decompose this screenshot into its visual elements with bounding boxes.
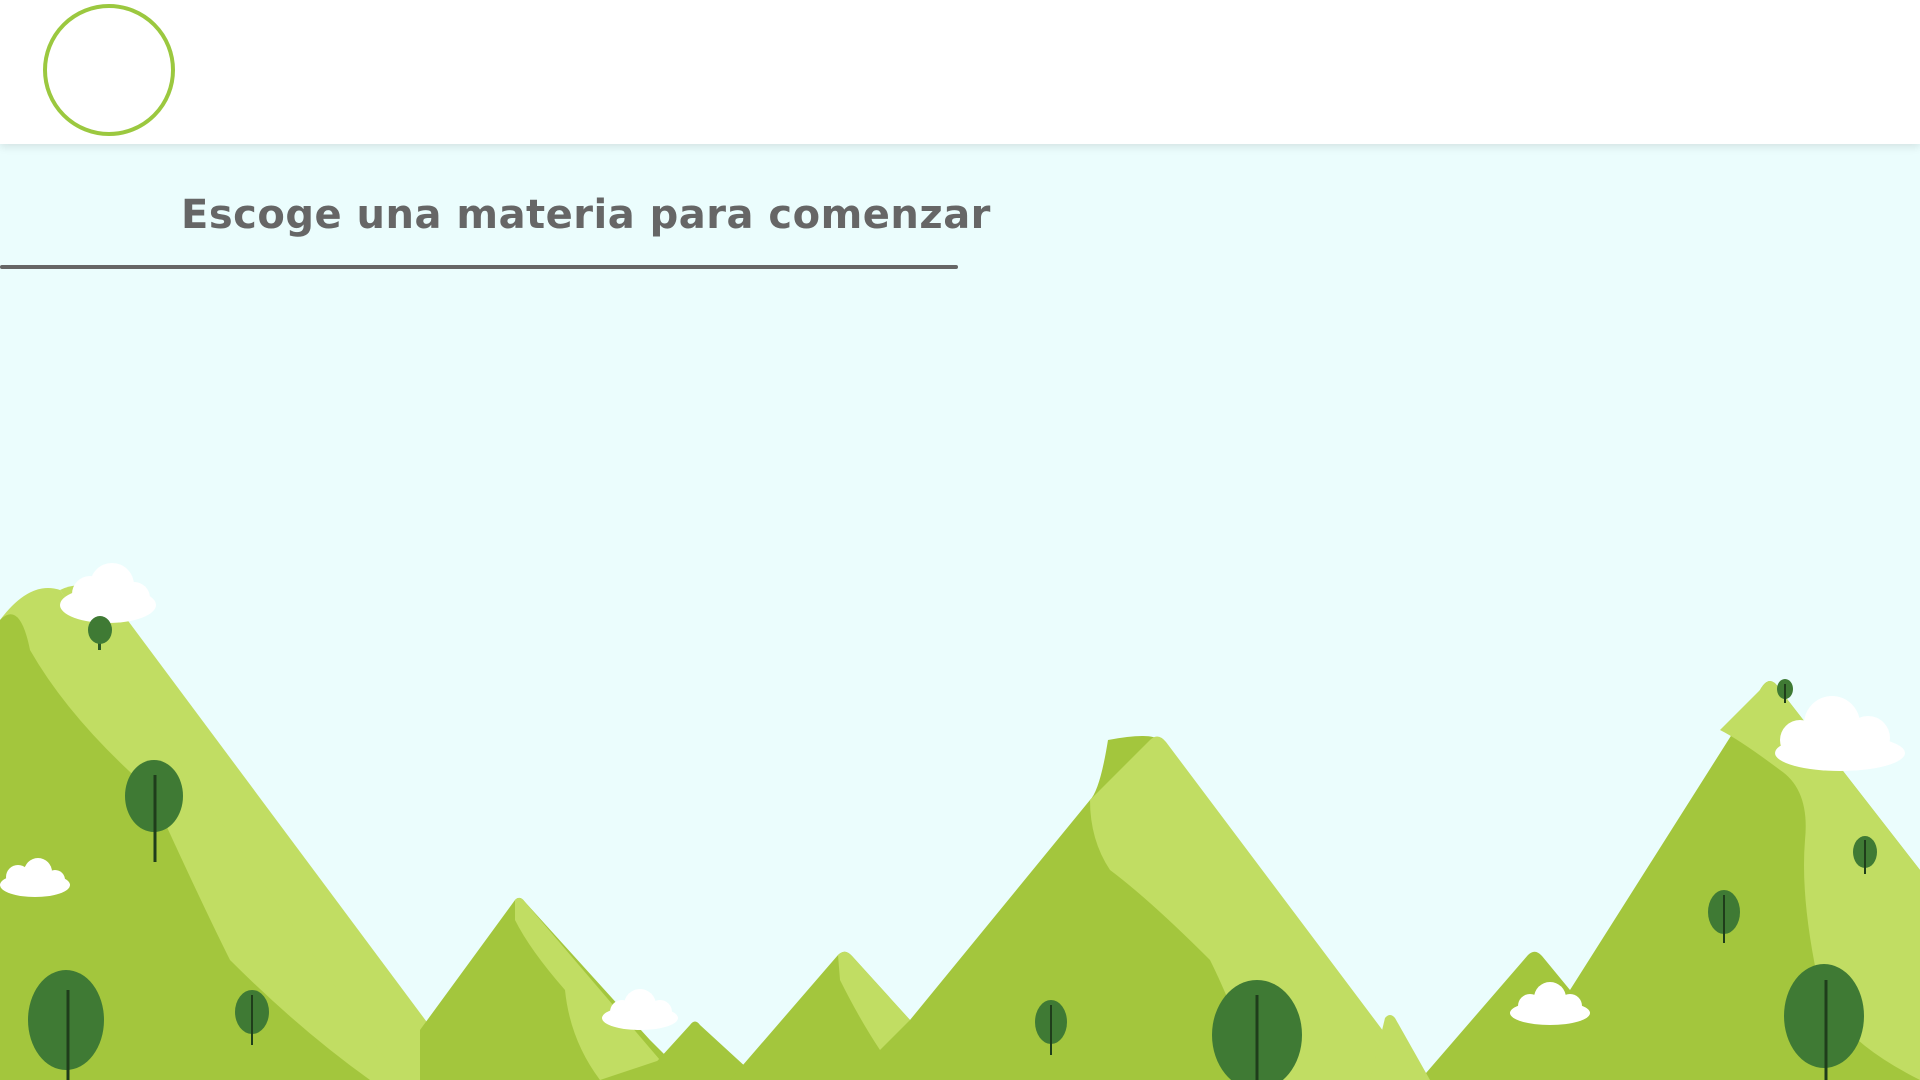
avatar-icon[interactable] [43,4,175,136]
page-title: Escoge una materia para comenzar [181,192,991,238]
cloud-icon [60,563,156,623]
top-header [0,0,1920,144]
cloud-icon [1775,696,1905,771]
heading-underline [0,265,958,269]
mountain-small-right [1370,1015,1430,1080]
cloud-icon [602,989,678,1030]
subject-heading-section: Escoge una materia para comenzar [0,180,990,272]
mountains-illustration [0,563,1920,1080]
